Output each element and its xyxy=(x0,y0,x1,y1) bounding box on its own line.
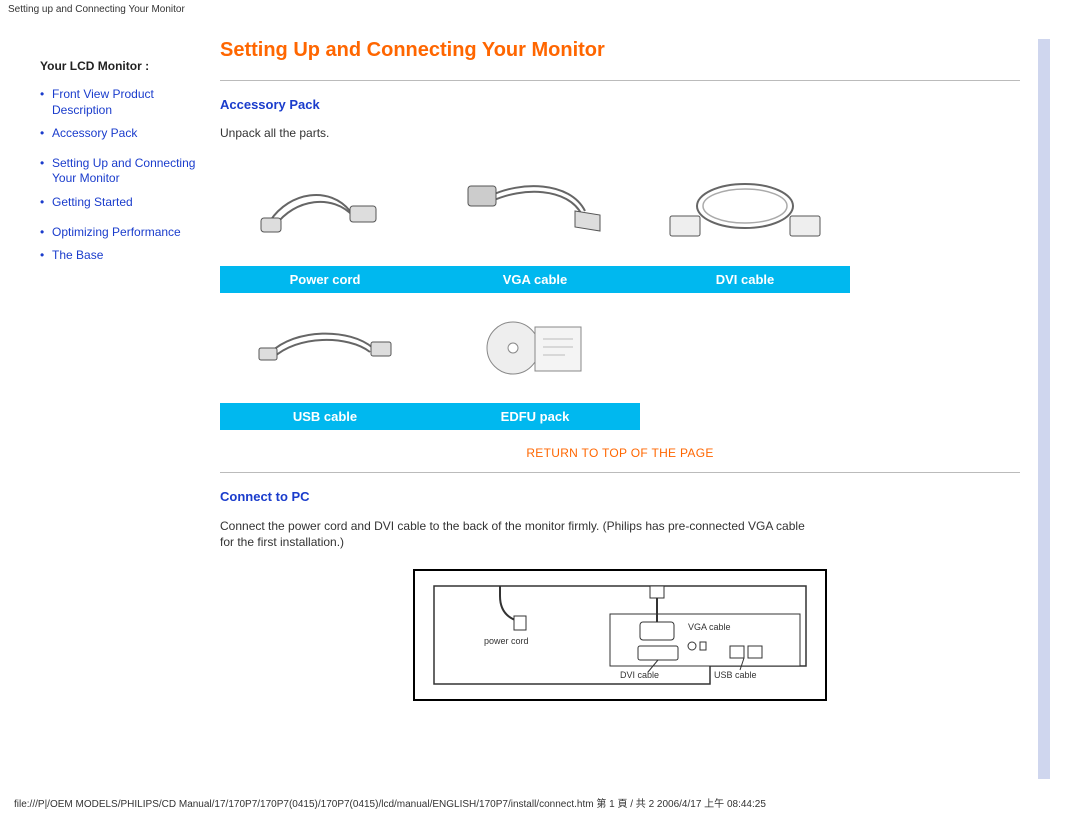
sidebar-title: Your LCD Monitor : xyxy=(40,59,210,73)
sidebar-item-getting-started[interactable]: Getting Started xyxy=(52,195,133,209)
sidebar-item-setting-up[interactable]: Setting Up and Connecting Your Monitor xyxy=(52,156,195,186)
accessory-instruction: Unpack all the parts. xyxy=(220,126,1020,140)
diagram-vga-label: VGA cable xyxy=(688,622,731,632)
divider xyxy=(220,80,1020,81)
usb-cable-label: USB cable xyxy=(220,403,430,430)
accessory-heading: Accessory Pack xyxy=(220,97,1020,112)
power-cord-image xyxy=(220,156,430,266)
right-scroll-bar xyxy=(1038,39,1050,779)
sidebar-item-accessory-pack[interactable]: Accessory Pack xyxy=(52,126,137,140)
sidebar-item-optimizing[interactable]: Optimizing Performance xyxy=(52,225,181,239)
divider xyxy=(220,472,1020,473)
footer-file-path: file:///P|/OEM MODELS/PHILIPS/CD Manual/… xyxy=(0,789,1080,820)
connect-paragraph: Connect the power cord and DVI cable to … xyxy=(220,518,820,550)
dvi-cable-image xyxy=(640,156,850,266)
accessory-table: Power cord VGA cable DVI cable xyxy=(220,156,850,430)
window-title: Setting up and Connecting Your Monitor xyxy=(0,0,1080,19)
diagram-power-label: power cord xyxy=(484,636,529,646)
empty-cell xyxy=(640,293,850,403)
power-cord-label: Power cord xyxy=(220,266,430,293)
sidebar-item-the-base[interactable]: The Base xyxy=(52,248,103,262)
connect-heading: Connect to PC xyxy=(220,489,1020,504)
dvi-cable-label: DVI cable xyxy=(640,266,850,293)
sidebar-item-front-view[interactable]: Front View Product Description xyxy=(52,87,154,117)
vga-cable-image xyxy=(430,156,640,266)
usb-cable-image xyxy=(220,293,430,403)
edfu-pack-label: EDFU pack xyxy=(430,403,640,430)
empty-label xyxy=(640,403,850,430)
diagram-dvi-label: DVI cable xyxy=(620,670,659,680)
page-title: Setting Up and Connecting Your Monitor xyxy=(220,39,1020,62)
vga-cable-label: VGA cable xyxy=(430,266,640,293)
return-to-top-link[interactable]: RETURN TO TOP OF THE PAGE xyxy=(526,446,713,460)
main-content: Setting Up and Connecting Your Monitor A… xyxy=(220,39,1030,706)
connection-diagram: power cord VGA cable DVI cable USB cable xyxy=(220,566,1020,706)
sidebar: Your LCD Monitor : Front View Product De… xyxy=(40,39,220,272)
diagram-usb-label: USB cable xyxy=(714,670,757,680)
edfu-pack-image xyxy=(430,293,640,403)
